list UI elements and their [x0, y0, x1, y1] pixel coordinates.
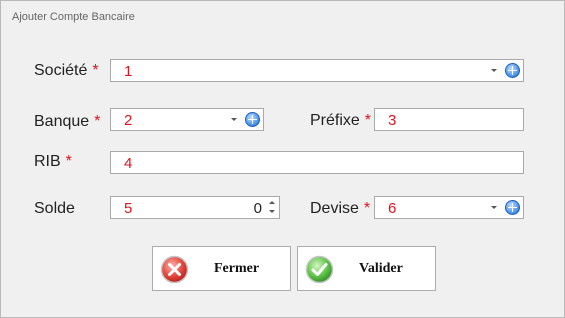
solde-spinner[interactable]: 5 0 — [110, 196, 280, 219]
required-mark: * — [364, 112, 372, 129]
banque-label-text: Banque — [34, 113, 90, 130]
rib-input[interactable]: 4 — [110, 151, 524, 174]
check-circle-icon — [305, 255, 334, 284]
prefixe-input[interactable]: 3 — [374, 108, 524, 131]
validate-button[interactable]: Valider — [297, 246, 436, 291]
solde-label: Solde — [34, 200, 75, 218]
banque-value: 2 — [124, 112, 133, 129]
banque-label: Banque * — [34, 113, 100, 131]
rib-label-text: RIB — [34, 153, 61, 170]
spin-down-icon[interactable] — [269, 210, 275, 213]
validate-button-label: Valider — [359, 261, 403, 276]
devise-label-text: Devise — [310, 200, 359, 217]
societe-label-text: Société — [34, 62, 88, 79]
prefixe-label: Préfixe * — [310, 112, 371, 130]
societe-label: Société * — [34, 62, 99, 80]
dialog-window: Ajouter Compte Bancaire Société * 1 Banqu… — [0, 0, 565, 318]
solde-value: 0 — [253, 200, 262, 217]
banque-combobox[interactable]: 2 — [110, 108, 264, 131]
required-mark: * — [363, 200, 371, 217]
societe-value: 1 — [124, 63, 133, 80]
required-mark: * — [65, 153, 72, 170]
chevron-down-icon[interactable] — [491, 206, 497, 209]
solde-label-text: Solde — [34, 200, 75, 217]
devise-value: 6 — [388, 200, 397, 217]
required-mark: * — [94, 113, 101, 130]
close-button[interactable]: Fermer — [152, 246, 291, 291]
chevron-down-icon[interactable] — [491, 69, 497, 72]
prefixe-label-text: Préfixe — [310, 112, 360, 129]
add-banque-icon[interactable] — [245, 112, 260, 127]
window-title: Ajouter Compte Bancaire — [12, 11, 135, 23]
chevron-down-icon[interactable] — [231, 118, 237, 121]
rib-label: RIB * — [34, 153, 72, 171]
close-circle-icon — [160, 255, 189, 284]
required-mark: * — [92, 62, 99, 79]
devise-combobox[interactable]: 6 — [374, 196, 524, 219]
devise-label: Devise * — [310, 200, 370, 218]
societe-combobox[interactable]: 1 — [110, 59, 524, 82]
spin-up-icon[interactable] — [269, 201, 275, 204]
solde-tag: 5 — [124, 200, 133, 217]
add-societe-icon[interactable] — [505, 63, 520, 78]
prefixe-value: 3 — [388, 112, 397, 129]
add-devise-icon[interactable] — [505, 200, 520, 215]
close-button-label: Fermer — [214, 261, 260, 276]
spinner-arrows-icon[interactable] — [268, 199, 277, 216]
rib-value: 4 — [124, 155, 133, 172]
